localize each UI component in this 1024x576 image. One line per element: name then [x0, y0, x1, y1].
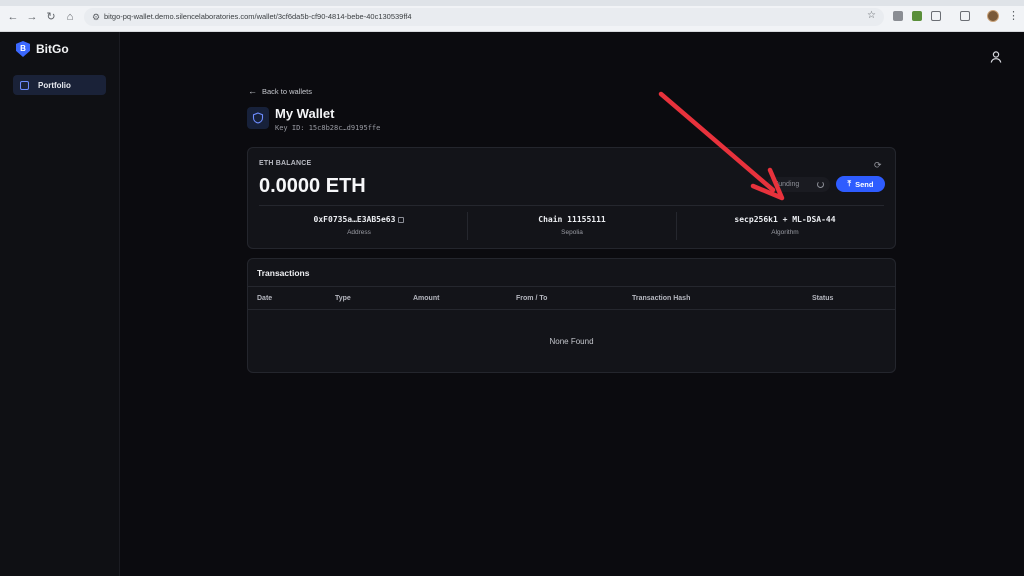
bitgo-logo-icon: B: [16, 41, 30, 57]
browser-toolbar: ← → ↻ ⌂ ⚙ bitgo-pq-wallet.demo.silencela…: [0, 0, 1024, 32]
balance-label: ETH BALANCE: [259, 160, 312, 167]
balance-card: ETH BALANCE 0.0000 ETH ⟳ Funding ⤒ Send …: [247, 147, 896, 249]
extension-icon[interactable]: [893, 11, 903, 21]
forward-arrow-icon[interactable]: →: [25, 11, 39, 23]
transactions-title: Transactions: [257, 268, 310, 278]
extension-icon[interactable]: [912, 11, 922, 21]
column-header: Transaction Hash: [632, 295, 691, 302]
url-text[interactable]: bitgo-pq-wallet.demo.silencelaboratories…: [104, 11, 412, 23]
sidebar-item-label: Portfolio: [38, 80, 71, 90]
menu-kebab-icon[interactable]: ⋮: [1008, 9, 1019, 22]
column-header: Date: [257, 295, 273, 302]
column-header: Type: [335, 295, 351, 302]
address-detail: 0xF0735a…E3AB5e63 Address: [254, 214, 464, 236]
back-to-wallets-link[interactable]: ← Back to wallets: [248, 86, 312, 96]
brand-name: BitGo: [36, 42, 69, 56]
chain-value: Chain 11155111: [538, 215, 606, 224]
site-info-icon[interactable]: ⚙: [90, 11, 102, 23]
wallet-name: My Wallet: [275, 106, 335, 121]
algorithm-value: secp256k1 + ML-DSA-44: [734, 215, 836, 224]
algorithm-detail: secp256k1 + ML-DSA-44 Algorithm: [680, 214, 890, 236]
send-button[interactable]: ⤒ Send: [836, 176, 885, 192]
sidebar-item-portfolio[interactable]: Portfolio: [13, 75, 106, 95]
copy-icon[interactable]: [398, 216, 405, 223]
funding-label: Funding: [774, 181, 800, 188]
address-bar[interactable]: ⚙ bitgo-pq-wallet.demo.silencelaboratori…: [84, 8, 884, 26]
send-label: Send: [855, 179, 874, 189]
balance-value: 0.0000 ETH: [259, 175, 366, 197]
sidebar: [0, 32, 120, 576]
sidepanel-icon[interactable]: [960, 11, 970, 21]
back-arrow-icon[interactable]: ←: [6, 11, 20, 23]
divider: [259, 205, 884, 206]
address-label: Address: [347, 229, 371, 236]
chain-detail: Chain 11155111 Sepolia: [467, 214, 677, 236]
arrow-left-icon: ←: [248, 86, 257, 96]
transactions-card: Transactions Date Type Amount From / To …: [247, 258, 896, 373]
brand[interactable]: B BitGo: [16, 41, 69, 57]
wallet-header: My Wallet Key ID: 15c8b28c…d9195ffe: [247, 107, 380, 132]
home-icon[interactable]: ⌂: [63, 11, 77, 23]
reload-icon[interactable]: ↻: [44, 11, 58, 23]
wallet-key-id: Key ID: 15c8b28c…d9195ffe: [275, 124, 381, 132]
empty-state-text: None Found: [549, 337, 594, 346]
column-header: Status: [812, 295, 834, 302]
upload-arrow-icon: ⤒: [847, 179, 852, 188]
detail-separator: [676, 212, 677, 240]
bookmark-star-icon[interactable]: ☆: [867, 10, 876, 21]
column-header: Amount: [413, 295, 440, 302]
extensions-puzzle-icon[interactable]: [931, 11, 941, 21]
portfolio-icon: [20, 80, 29, 90]
refresh-icon[interactable]: ⟳: [874, 160, 882, 171]
spinner-icon: [817, 181, 824, 188]
funding-status-button[interactable]: Funding: [767, 177, 830, 192]
column-header: From / To: [516, 295, 548, 302]
back-link-label: Back to wallets: [262, 86, 313, 96]
profile-avatar[interactable]: [987, 10, 999, 22]
algorithm-label: Algorithm: [771, 229, 799, 236]
transactions-table-header: Date Type Amount From / To Transaction H…: [248, 286, 895, 310]
tab-strip: [0, 0, 1024, 6]
chain-label: Sepolia: [561, 229, 583, 236]
user-icon[interactable]: [989, 50, 1003, 64]
address-value[interactable]: 0xF0735a…E3AB5e63: [314, 215, 396, 224]
shield-icon: [247, 107, 269, 129]
